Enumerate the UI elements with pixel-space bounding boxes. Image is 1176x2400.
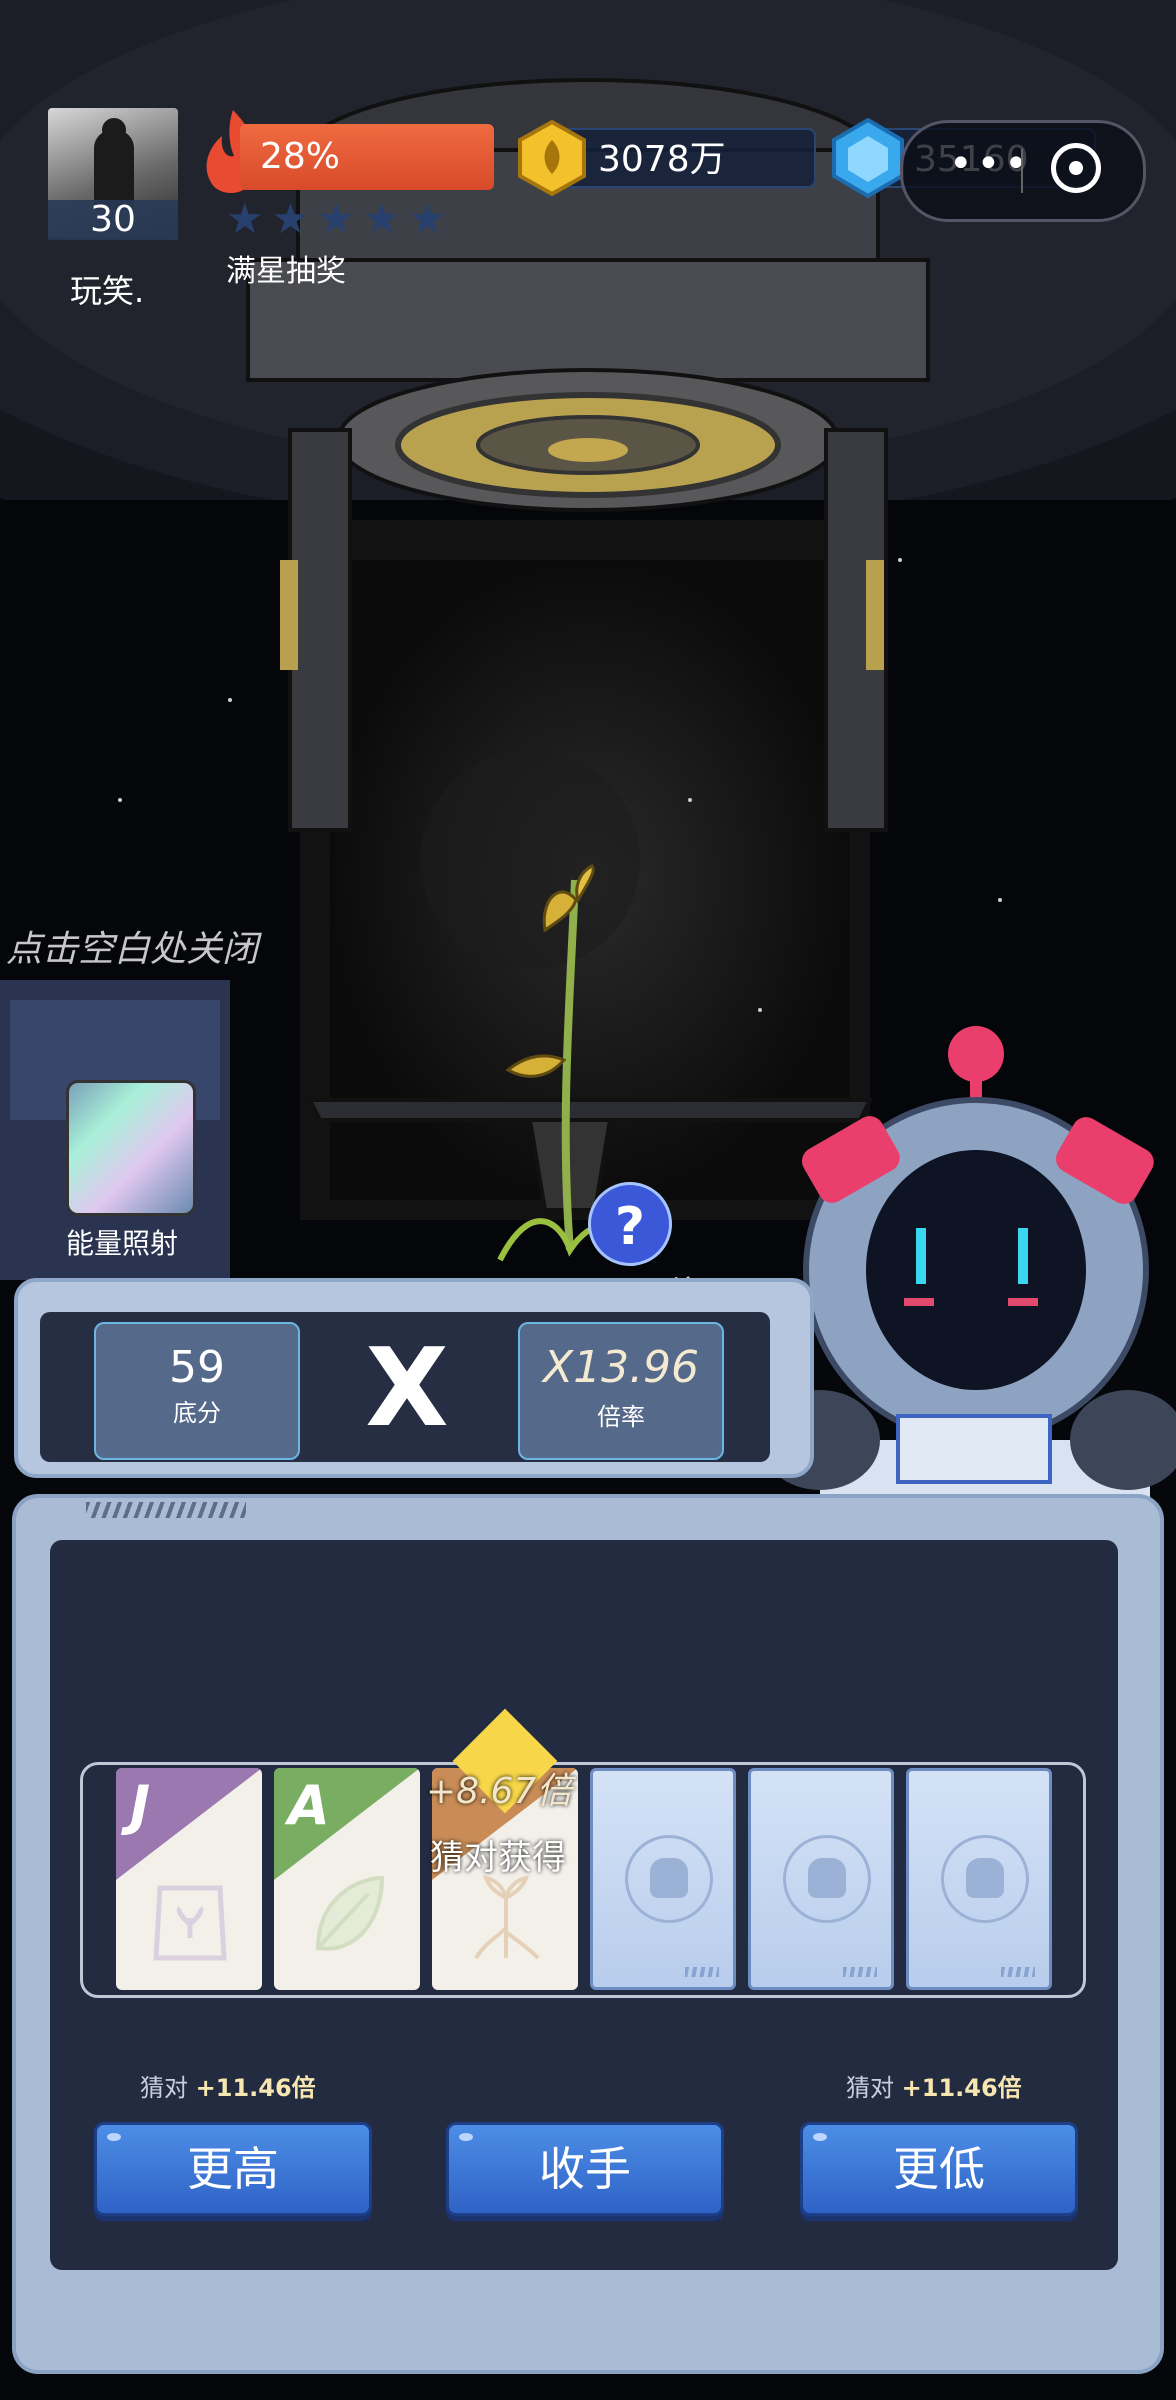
rate-box: X13.96 倍率: [518, 1322, 724, 1460]
star-icon: ★: [362, 194, 401, 243]
star-icon: ★: [226, 194, 264, 243]
star-icon: ★: [408, 194, 447, 243]
base-score-label: 底分: [173, 1399, 221, 1427]
base-score-value: 59: [169, 1342, 225, 1393]
lower-hint-prefix: 猜对: [846, 2074, 894, 2102]
card-rank: A: [288, 1774, 330, 1837]
multiply-sign: X: [365, 1326, 449, 1451]
lower-button[interactable]: 更低: [800, 2122, 1078, 2216]
seed-bag-icon: [153, 1885, 227, 1961]
close-mini-program-icon[interactable]: [1051, 143, 1101, 193]
higher-hint-value: +11.46倍: [195, 2074, 316, 2102]
gem-icon: [832, 118, 904, 198]
star-lottery-label[interactable]: 满星抽奖: [226, 246, 346, 290]
rate-value: X13.96: [542, 1342, 700, 1393]
card-j: J: [116, 1768, 262, 1990]
higher-hint-prefix: 猜对: [140, 2074, 188, 2102]
card-face-down[interactable]: [906, 1768, 1052, 1990]
current-bonus-value: +8.67倍: [426, 1771, 573, 1812]
higher-button[interactable]: 更高: [94, 2122, 372, 2216]
more-icon[interactable]: •••: [949, 141, 1032, 187]
star-rating: ★ ★ ★ ★ ★: [226, 196, 486, 242]
gold-coin-icon: [518, 120, 586, 196]
close-hint[interactable]: 点击空白处关闭: [6, 920, 258, 972]
base-score-box: 59 底分: [94, 1322, 300, 1460]
star-icon: ★: [317, 194, 355, 243]
sprout-icon: [474, 1875, 540, 1960]
card-rank: J: [130, 1774, 151, 1837]
lower-hint-value: +11.46倍: [901, 2074, 1022, 2102]
robot-emblem-icon: [625, 1835, 713, 1923]
mini-program-capsule[interactable]: •••: [900, 120, 1146, 222]
player-name: 玩笑.: [70, 272, 145, 310]
stop-button[interactable]: 收手: [446, 2122, 724, 2216]
lower-hint: 猜对 +11.46倍: [846, 2068, 1022, 2103]
card-a: A: [274, 1768, 420, 1990]
rate-label: 倍率: [597, 1403, 645, 1431]
player-level: 30: [48, 200, 178, 240]
energy-radiation-button[interactable]: [66, 1080, 196, 1216]
robot-emblem-icon: [783, 1835, 871, 1923]
card-face-down[interactable]: [748, 1768, 894, 1990]
star-icon: ★: [271, 194, 310, 243]
higher-hint: 猜对 +11.46倍: [140, 2068, 316, 2103]
panel-stripe: [86, 1502, 246, 1518]
star-progress-bar[interactable]: 28%: [240, 124, 494, 190]
current-bonus-caption: 猜对获得: [430, 1838, 566, 1878]
energy-radiation-label: 能量照射: [66, 1227, 179, 1260]
robot-held-panel: [896, 1414, 1052, 1484]
help-question-button[interactable]: ?: [588, 1182, 672, 1266]
robot-emblem-icon: [941, 1835, 1029, 1923]
card-face-down[interactable]: [590, 1768, 736, 1990]
leaf-icon: [315, 1875, 385, 1951]
